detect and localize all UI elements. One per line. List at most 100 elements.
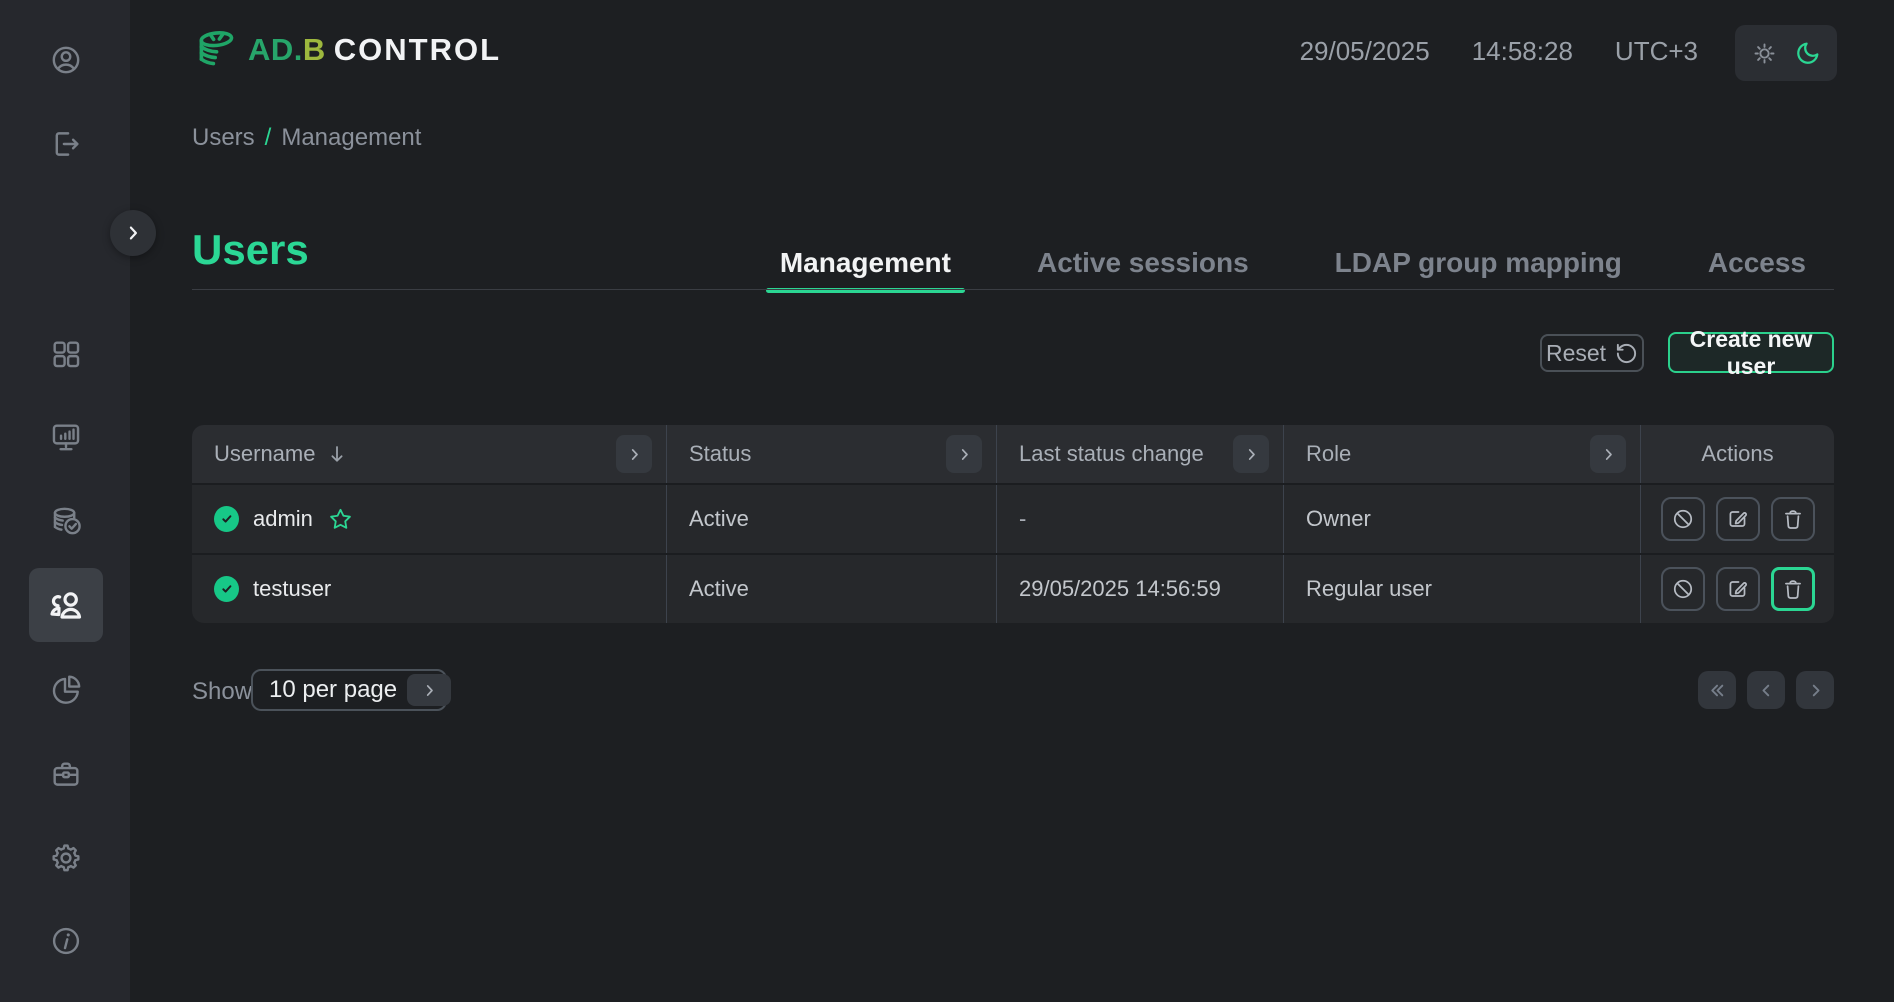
chevron-right-icon <box>956 446 973 463</box>
breadcrumb-root[interactable]: Users <box>192 124 255 152</box>
logo-text-accent: B <box>303 32 326 68</box>
tab-management[interactable]: Management <box>766 236 965 290</box>
logo-text: AD.BCONTROL <box>248 32 501 68</box>
briefcase-icon <box>49 757 83 791</box>
sort-desc-arrow-icon <box>325 442 349 466</box>
sidebar-item-databases[interactable] <box>42 497 90 545</box>
trash-icon <box>1780 506 1806 532</box>
last-status-change-cell: 29/05/2025 14:56:59 <box>997 555 1284 623</box>
previous-page-button[interactable] <box>1747 671 1785 709</box>
block-user-button[interactable] <box>1661 497 1705 541</box>
column-header-username[interactable]: Username <box>192 425 667 483</box>
actions-cell <box>1641 485 1834 553</box>
logout-icon <box>49 127 83 161</box>
column-header-status[interactable]: Status <box>667 425 997 483</box>
chevron-right-icon <box>626 446 643 463</box>
block-user-button[interactable] <box>1661 567 1705 611</box>
table-header-row: Username Status Last status change Role <box>192 425 1834 483</box>
sidebar-item-logout[interactable] <box>42 120 90 168</box>
delete-user-button[interactable] <box>1771 497 1815 541</box>
rotate-ccw-icon <box>1615 342 1638 365</box>
trash-icon <box>1780 576 1806 602</box>
sidebar-item-settings[interactable] <box>42 834 90 882</box>
username-value: admin <box>253 506 313 532</box>
column-header-role[interactable]: Role <box>1284 425 1641 483</box>
users-table: Username Status Last status change Role <box>192 425 1834 623</box>
tab-active-sessions[interactable]: Active sessions <box>1023 236 1263 290</box>
tab-access[interactable]: Access <box>1694 236 1820 290</box>
column-label: Role <box>1306 441 1351 467</box>
status-cell: Active <box>667 555 997 623</box>
sidebar-item-reports[interactable] <box>42 666 90 714</box>
tabs-divider <box>192 289 1834 290</box>
moon-icon <box>1794 39 1822 67</box>
users-group-icon <box>46 585 86 625</box>
page-size-value: 10 per page <box>269 676 397 704</box>
actions-cell <box>1641 555 1834 623</box>
column-expand-role-button[interactable] <box>1590 435 1626 473</box>
block-icon <box>1670 506 1696 532</box>
dark-theme-button[interactable] <box>1794 39 1822 67</box>
last-status-change-cell: - <box>997 485 1284 553</box>
theme-toggle <box>1735 25 1837 81</box>
breadcrumb: Users / Management <box>192 124 421 152</box>
delete-user-button[interactable] <box>1771 567 1815 611</box>
block-icon <box>1670 576 1696 602</box>
settings-gear-icon <box>49 841 83 875</box>
breadcrumb-separator: / <box>265 124 272 152</box>
sun-icon <box>1751 40 1778 67</box>
chevron-left-icon <box>1756 680 1777 701</box>
create-new-user-button[interactable]: Create new user <box>1668 332 1834 373</box>
favorite-star-icon[interactable] <box>327 506 354 533</box>
column-header-actions: Actions <box>1641 425 1834 483</box>
edit-user-button[interactable] <box>1716 497 1760 541</box>
database-check-icon <box>49 504 83 538</box>
column-label: Actions <box>1701 441 1773 467</box>
sidebar-item-info[interactable] <box>42 917 90 965</box>
chevron-right-icon <box>421 682 438 699</box>
first-page-button[interactable] <box>1698 671 1736 709</box>
sidebar-item-users[interactable] <box>29 568 103 642</box>
app-logo[interactable]: AD.BCONTROL <box>192 26 501 74</box>
user-circle-icon <box>49 43 83 77</box>
chevron-right-icon <box>1243 446 1260 463</box>
create-new-user-label: Create new user <box>1670 326 1832 380</box>
dashboard-grid-icon <box>49 337 83 371</box>
column-label: Username <box>214 441 315 467</box>
page-size-expand-button[interactable] <box>407 674 451 706</box>
column-header-last-status-change[interactable]: Last status change <box>997 425 1284 483</box>
sidebar-item-jobs[interactable] <box>42 750 90 798</box>
sidebar-item-profile[interactable] <box>42 36 90 84</box>
username-cell: admin <box>192 485 667 553</box>
username-cell: testuser <box>192 555 667 623</box>
clock-time: 14:58:28 <box>1472 36 1573 67</box>
tab-ldap-group-mapping[interactable]: LDAP group mapping <box>1321 236 1636 290</box>
column-expand-last-status-change-button[interactable] <box>1233 435 1269 473</box>
status-check-circle-icon <box>214 506 239 532</box>
show-label: Show <box>192 678 252 706</box>
column-expand-status-button[interactable] <box>946 435 982 473</box>
edit-user-button[interactable] <box>1716 567 1760 611</box>
pie-chart-icon <box>49 673 83 707</box>
breadcrumb-current[interactable]: Management <box>281 124 421 152</box>
username-value: testuser <box>253 576 331 602</box>
column-expand-username-button[interactable] <box>616 435 652 473</box>
next-page-button[interactable] <box>1796 671 1834 709</box>
sidebar-item-monitoring[interactable] <box>42 413 90 461</box>
table-row: testuser Active 29/05/2025 14:56:59 Regu… <box>192 553 1834 623</box>
reset-button[interactable]: Reset <box>1540 334 1644 372</box>
info-circle-icon <box>49 924 83 958</box>
column-label: Status <box>689 441 751 467</box>
reset-button-label: Reset <box>1546 340 1606 367</box>
pagination <box>1698 671 1834 709</box>
clock: 29/05/2025 14:58:28 UTC+3 <box>1300 36 1698 67</box>
clock-timezone: UTC+3 <box>1615 36 1698 67</box>
status-cell: Active <box>667 485 997 553</box>
page-size-select[interactable]: 10 per page <box>251 669 447 711</box>
monitoring-screen-icon <box>49 420 83 454</box>
sidebar-expand-button[interactable] <box>110 210 156 256</box>
light-theme-button[interactable] <box>1751 40 1778 67</box>
sidebar-item-dashboard[interactable] <box>42 330 90 378</box>
tab-bar: Management Active sessions LDAP group ma… <box>766 236 1820 290</box>
page-title: Users <box>192 226 309 274</box>
